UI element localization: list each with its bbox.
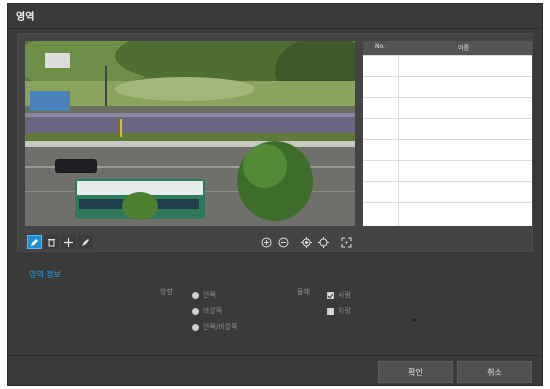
zoom-fit-icon [301,236,312,248]
title-bar: 영역 [8,4,542,26]
table-row[interactable] [363,118,532,139]
radio-icon [192,291,199,299]
area-dialog: 영역 No. 이름 영역 정보 방향 안쪽 바깥쪽 안쪽/바깥쪽 물체 사람 차… [7,3,543,386]
zoom-out-button[interactable] [276,235,291,249]
table-row[interactable] [363,97,532,118]
delete-icon [48,238,55,246]
radio-icon [192,323,199,331]
move-tool-button[interactable] [61,235,76,249]
direction-option-in[interactable]: 안쪽 [192,290,216,300]
zoom-in-button[interactable] [259,235,274,249]
draw-tool-button[interactable] [27,235,42,249]
table-row[interactable] [363,160,532,181]
object-option-vehicle[interactable]: 차량 [327,306,351,316]
title-separator [8,28,542,29]
zoom-in-icon [261,237,272,247]
ok-button[interactable]: 확인 [378,361,453,383]
cursor-dot [413,319,415,321]
checkbox-icon [327,307,334,315]
area-info-title: 영역 정보 [29,270,61,279]
column-header-name: 이름 [458,45,470,52]
direction-option-out[interactable]: 바깥쪽 [192,306,222,316]
dialog-title: 영역 [16,12,35,23]
draw-icon [31,238,38,246]
fullscreen-button[interactable] [339,235,354,249]
checkbox-checked-icon [327,291,334,299]
footer-separator [8,355,542,356]
clear-tool-button[interactable] [78,235,93,249]
zoom-out-icon [278,237,289,247]
drawing-toolbar [27,235,93,249]
object-label: 물체 [297,288,310,296]
cancel-button[interactable]: 취소 [457,361,532,383]
delete-tool-button[interactable] [44,235,59,249]
camera-view[interactable] [25,41,355,226]
zoom-fit-button[interactable] [299,235,314,249]
column-header-no: No. [375,43,385,50]
camera-image [25,41,355,226]
fullscreen-icon [341,237,352,247]
direction-label: 방향 [160,288,173,296]
area-list-table[interactable]: No. 이름 [363,41,532,226]
radio-icon [192,307,199,315]
table-header: No. 이름 [363,41,532,55]
table-row[interactable] [363,76,532,97]
zoom-reset-icon [318,236,329,248]
zoom-toolbar [259,235,354,249]
move-icon [64,237,73,247]
zoom-reset-button[interactable] [316,235,331,249]
object-option-person[interactable]: 사람 [327,290,351,300]
table-row[interactable] [363,202,532,226]
clear-icon [82,238,89,246]
direction-option-both[interactable]: 안쪽/바깥쪽 [192,322,238,332]
table-row[interactable] [363,55,532,76]
table-row[interactable] [363,181,532,202]
table-row[interactable] [363,139,532,160]
